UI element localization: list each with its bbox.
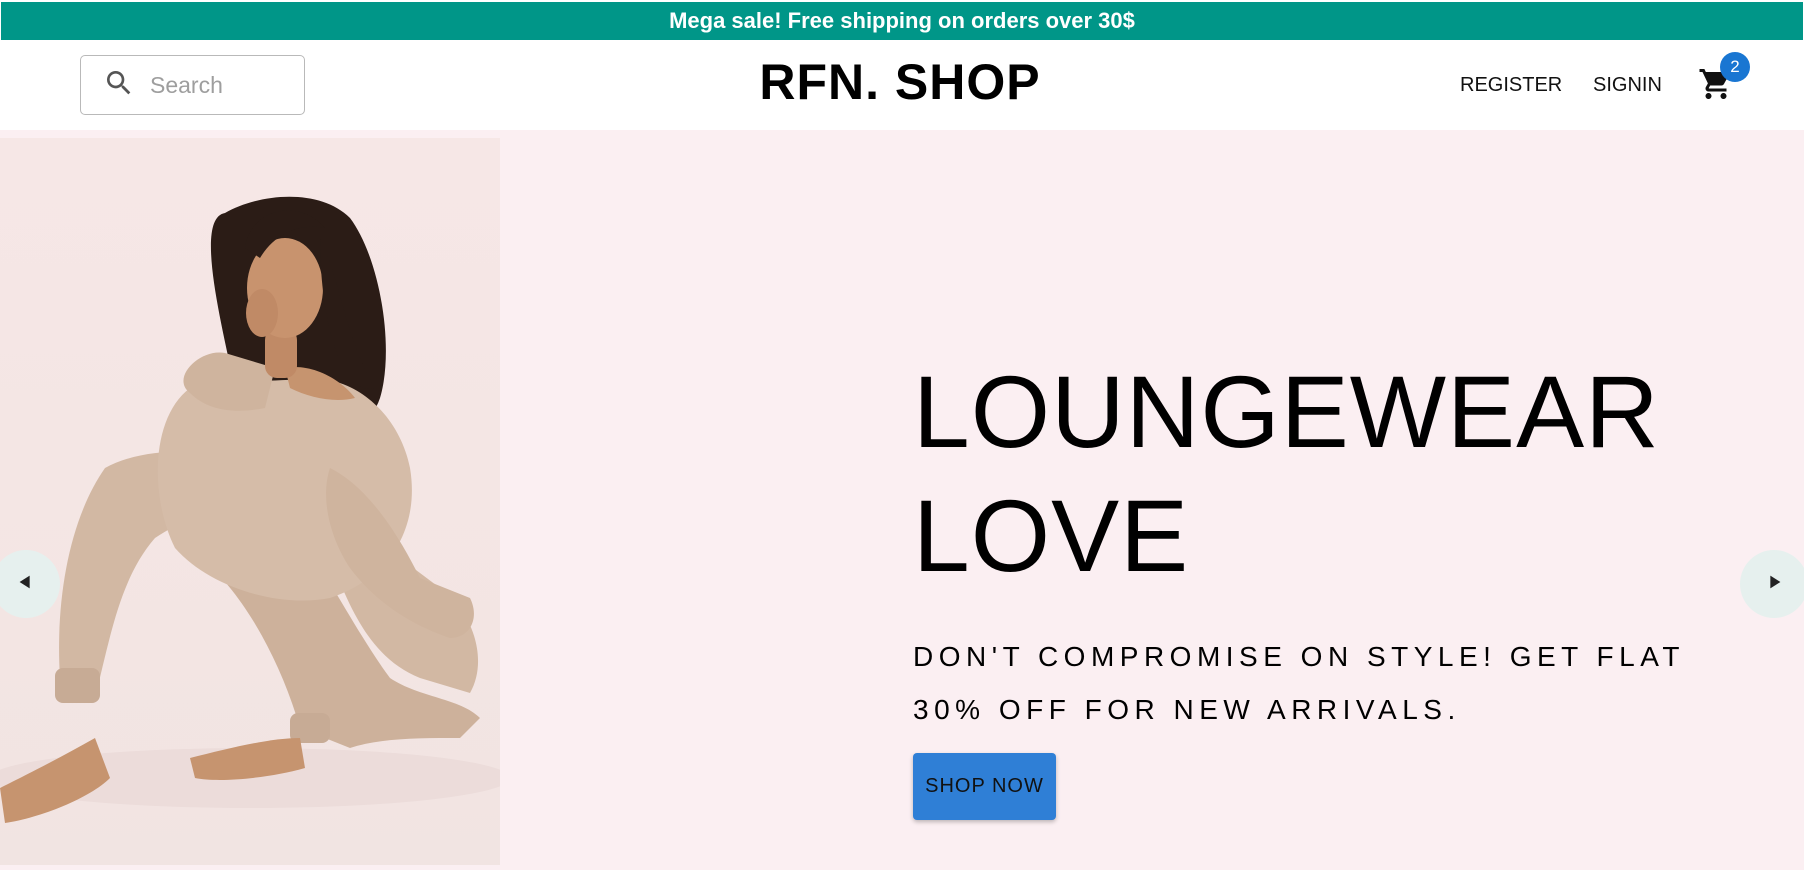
arrow-right-icon (1763, 571, 1785, 598)
shop-now-button[interactable]: SHOP NOW (913, 753, 1056, 820)
register-link[interactable]: REGISTER (1460, 70, 1562, 100)
search-box[interactable] (80, 55, 305, 115)
search-icon (103, 67, 135, 104)
hero-description: DON'T COMPROMISE ON STYLE! GET FLAT 30% … (913, 641, 1685, 725)
cart-count-badge: 2 (1720, 52, 1750, 82)
cart-button[interactable]: 2 (1698, 52, 1750, 106)
navbar: RFN. SHOP REGISTER SIGNIN 2 (0, 40, 1804, 130)
slider-next-button[interactable] (1740, 550, 1804, 618)
search-input[interactable] (148, 70, 288, 100)
site-logo[interactable]: RFN. SHOP (700, 52, 1100, 112)
hero-title: LOUNGEWEAR LOVE (913, 350, 1733, 598)
signin-link[interactable]: SIGNIN (1593, 70, 1662, 100)
model-illustration (0, 196, 500, 823)
announcement-text: Mega sale! Free shipping on orders over … (669, 8, 1135, 33)
shopping-cart-icon (1698, 69, 1734, 106)
hero-slider: LOUNGEWEAR LOVE DON'T COMPROMISE ON STYL… (0, 130, 1804, 870)
hero-title-line2: LOVE (913, 479, 1190, 593)
arrow-left-icon (15, 571, 37, 598)
hero-title-line1: LOUNGEWEAR (913, 355, 1660, 469)
hero-model-image (0, 138, 500, 865)
announcement-bar: Mega sale! Free shipping on orders over … (1, 2, 1803, 40)
